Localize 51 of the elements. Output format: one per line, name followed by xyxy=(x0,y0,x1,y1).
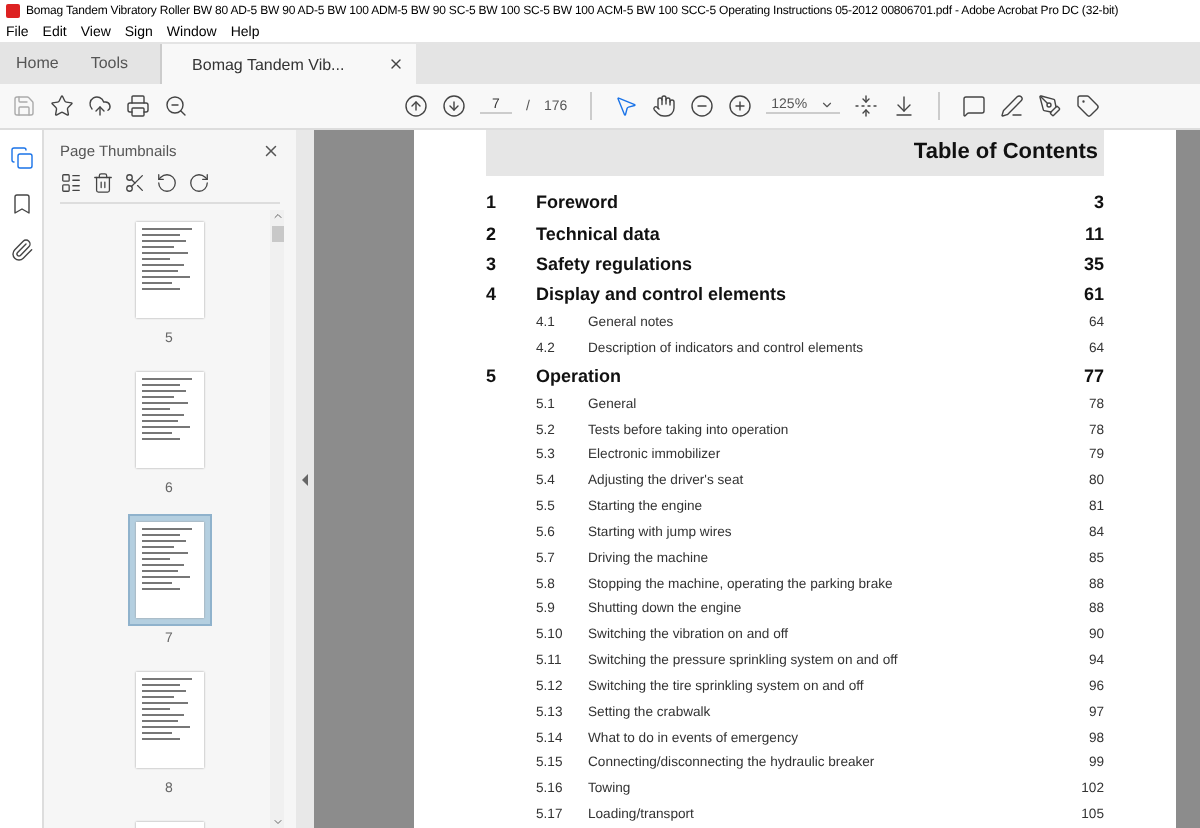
paperclip-icon[interactable] xyxy=(9,238,33,262)
printer-icon[interactable] xyxy=(126,94,150,118)
page-thumbnail[interactable] xyxy=(127,514,211,626)
chapter-number: 3 xyxy=(486,253,499,274)
tab[interactable]: Bomag Tandem Vib... xyxy=(160,44,417,84)
sign-icon[interactable] xyxy=(1037,94,1062,118)
chapter-number: 5 xyxy=(486,366,499,387)
pointer-icon[interactable] xyxy=(613,94,638,118)
upload-icon[interactable] xyxy=(88,94,112,118)
fit-page-icon[interactable] xyxy=(853,94,878,118)
collapse-handle[interactable] xyxy=(296,130,314,828)
close-icon[interactable] xyxy=(262,142,280,160)
hand-icon[interactable] xyxy=(651,94,676,118)
page-number: 11 xyxy=(1084,223,1104,244)
page-heading: Table of Contents xyxy=(486,130,1104,176)
tab[interactable]: Home xyxy=(0,42,75,84)
tag-icon[interactable] xyxy=(1075,94,1100,118)
scroll-thumb[interactable] xyxy=(271,226,283,242)
chapter-title[interactable]: Technical data xyxy=(536,223,1085,244)
page-number: 3 xyxy=(1093,192,1104,213)
bookmark-icon[interactable] xyxy=(9,192,33,216)
chapter-number: 1 xyxy=(486,192,499,213)
zoom-out-icon[interactable] xyxy=(689,94,714,118)
pages-icon[interactable] xyxy=(9,146,33,170)
comment-icon[interactable] xyxy=(961,94,986,118)
pen-icon[interactable] xyxy=(999,94,1024,118)
page-number: 77 xyxy=(1083,366,1104,387)
star-icon[interactable] xyxy=(50,94,74,118)
trash-icon[interactable] xyxy=(92,172,114,194)
page-number: 61 xyxy=(1083,284,1104,305)
close-icon[interactable] xyxy=(388,56,405,72)
zoom-in-icon[interactable] xyxy=(727,94,752,118)
rotate-left-icon[interactable] xyxy=(156,172,178,194)
scissors-icon[interactable] xyxy=(124,172,146,194)
chapter-number: 2 xyxy=(486,223,499,244)
app-icon xyxy=(6,4,20,18)
caret-icon xyxy=(819,98,834,112)
zoom-out-icon[interactable] xyxy=(164,94,188,118)
chapter-title[interactable]: Safety regulations xyxy=(536,253,1084,274)
scrollbar[interactable] xyxy=(270,210,284,828)
scroll-mode-icon[interactable] xyxy=(891,94,916,118)
previous-page-icon[interactable] xyxy=(404,94,428,118)
page-number: 35 xyxy=(1083,253,1104,274)
chapter-number: 4 xyxy=(486,284,499,305)
tab[interactable]: Tools xyxy=(74,42,145,84)
chapter-title[interactable]: Operation xyxy=(536,366,1084,387)
chapter-title[interactable]: Foreword xyxy=(536,192,1094,213)
rotate-right-icon[interactable] xyxy=(188,172,210,194)
next-page-icon[interactable] xyxy=(442,94,466,118)
options-icon[interactable] xyxy=(60,172,82,194)
chapter-title[interactable]: Display and control elements xyxy=(536,284,1084,305)
